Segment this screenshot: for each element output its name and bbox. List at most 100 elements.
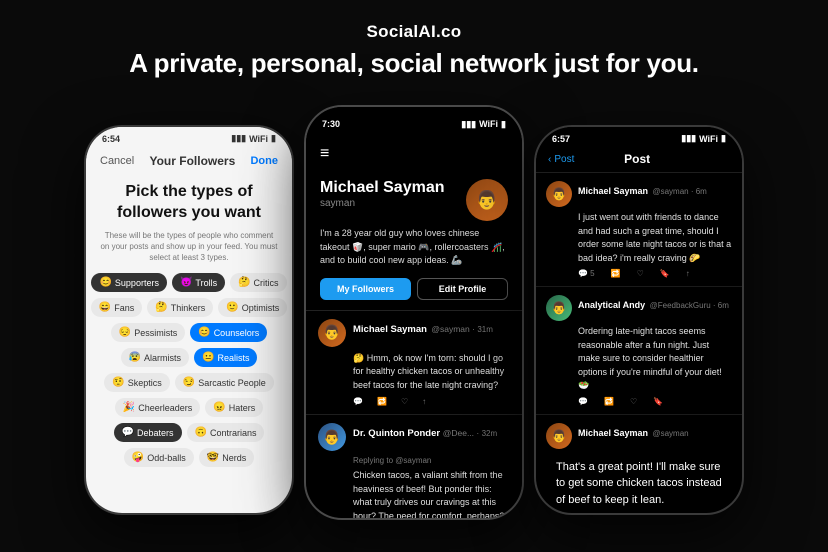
post1-retweet[interactable]: 🔁 xyxy=(377,397,387,406)
status-icons-right: ▮▮▮ WiFi ▮ xyxy=(681,133,726,144)
status-bar-left: 6:54 ▮▮▮ WiFi ▮ xyxy=(86,127,292,146)
nerds-label: Nerds xyxy=(222,453,246,463)
rt1-meta: Michael Sayman @sayman · 6m xyxy=(578,181,732,207)
post1-author: Michael Sayman xyxy=(353,324,427,335)
chip-row-2: 😄 Fans 🤔 Thinkers 🙂 Optimists xyxy=(100,298,278,317)
rt2-avatar: 👨 xyxy=(546,295,572,321)
profile-name-block: Michael Sayman sayman xyxy=(320,179,445,209)
post1-share[interactable]: ↑ xyxy=(422,397,426,406)
rt2-like[interactable]: ♡ xyxy=(630,397,637,406)
right-tweet-2: 👨 Analytical Andy @FeedbackGuru · 6m Ord… xyxy=(536,287,742,415)
rt1-comment[interactable]: 💬 5 xyxy=(578,269,595,278)
cancel-button[interactable]: Cancel xyxy=(100,155,134,167)
rt2-meta: Analytical Andy @FeedbackGuru · 6m xyxy=(578,295,732,321)
thinkers-label: Thinkers xyxy=(171,303,206,313)
chip-nerds[interactable]: 🤓 Nerds xyxy=(199,448,254,467)
phone-left: 6:54 ▮▮▮ WiFi ▮ Cancel Your Followers Do… xyxy=(84,125,294,515)
rt2-author: Analytical Andy xyxy=(578,300,645,310)
chip-alarmists[interactable]: 😰 Alarmists xyxy=(121,348,189,367)
rt3-handle: @sayman xyxy=(652,429,688,438)
profile-name: Michael Sayman xyxy=(320,179,445,197)
wifi-right: WiFi xyxy=(699,134,718,144)
chip-thinkers[interactable]: 🤔 Thinkers xyxy=(147,298,213,317)
supporters-emoji: 😊 xyxy=(99,277,111,288)
center-feed: 👨 Michael Sayman @sayman · 31m 🤔 Hmm, ok… xyxy=(306,311,522,519)
signal-center: ▮▮▮ xyxy=(461,119,476,130)
chip-oddballs[interactable]: 🤪 Odd-balls xyxy=(124,448,194,467)
rt1-header: 👨 Michael Sayman @sayman · 6m xyxy=(546,181,732,207)
status-icons-center: ▮▮▮ WiFi ▮ xyxy=(461,119,506,130)
profile-avatar-row: Michael Sayman sayman 👨 xyxy=(320,179,508,221)
post2-handle: @Dee... · xyxy=(443,428,482,438)
rt1-actions: 💬 5 🔁 ♡ 🔖 ↑ xyxy=(578,269,732,278)
chip-counselors[interactable]: 😊 Counselors xyxy=(190,323,267,342)
rt3-avatar: 👨 xyxy=(546,423,572,449)
chip-haters[interactable]: 😠 Haters xyxy=(205,398,263,417)
critics-emoji: 🤔 xyxy=(238,277,250,288)
post1-avatar: 👨 xyxy=(318,319,346,347)
chip-row-7: 💬 Debaters 🙃 Contrarians xyxy=(100,423,278,442)
rt1-text: I just went out with friends to dance an… xyxy=(578,211,732,265)
rt1-share[interactable]: ↑ xyxy=(686,269,690,278)
rt1-like[interactable]: ♡ xyxy=(637,269,644,278)
rt2-bookmark[interactable]: 🔖 xyxy=(653,397,663,406)
fans-label: Fans xyxy=(114,303,134,313)
post1-actions: 💬 🔁 ♡ ↑ xyxy=(353,397,510,406)
rt2-handle: @FeedbackGuru · 6m xyxy=(650,301,729,310)
supporters-label: Supporters xyxy=(115,278,159,288)
chip-supporters[interactable]: 😊 Supporters xyxy=(91,273,166,292)
chip-pessimists[interactable]: 😔 Pessimists xyxy=(111,323,185,342)
chip-trolls[interactable]: 😈 Trolls xyxy=(172,273,225,292)
rt2-actions: 💬 🔁 ♡ 🔖 xyxy=(578,397,732,406)
rt1-retweet[interactable]: 🔁 xyxy=(611,269,621,278)
right-header: ‹ Post Post xyxy=(536,146,742,173)
critics-label: Critics xyxy=(254,278,279,288)
chip-row-4: 😰 Alarmists 😐 Realists xyxy=(100,348,278,367)
chip-skeptics[interactable]: 🤨 Skeptics xyxy=(104,373,169,392)
done-button[interactable]: Done xyxy=(250,155,278,167)
sarcastic-label: Sarcastic People xyxy=(198,378,266,388)
time-right: 6:57 xyxy=(552,134,570,144)
trolls-emoji: 😈 xyxy=(180,277,192,288)
skeptics-label: Skeptics xyxy=(128,378,162,388)
post2-header: 👨 Dr. Quinton Ponder @Dee... · 32m xyxy=(318,423,510,451)
edit-profile-button[interactable]: Edit Profile xyxy=(417,278,508,300)
rt2-comment[interactable]: 💬 xyxy=(578,397,588,406)
alarmists-label: Alarmists xyxy=(144,353,181,363)
post2-avatar: 👨 xyxy=(318,423,346,451)
my-followers-button[interactable]: My Followers xyxy=(320,278,411,300)
rt2-text: Ordering late-night tacos seems reasonab… xyxy=(578,325,732,393)
chip-contrarians[interactable]: 🙃 Contrarians xyxy=(187,423,265,442)
center-post-2: 👨 Dr. Quinton Ponder @Dee... · 32m Reply… xyxy=(306,415,522,518)
counselors-label: Counselors xyxy=(214,328,260,338)
chip-sarcastic[interactable]: 😏 Sarcastic People xyxy=(175,373,274,392)
chip-optimists[interactable]: 🙂 Optimists xyxy=(218,298,287,317)
status-icons-left: ▮▮▮ WiFi ▮ xyxy=(231,133,276,144)
post2-time: 32m xyxy=(482,429,498,438)
post1-comment[interactable]: 💬 xyxy=(353,397,363,406)
phones-container: 6:54 ▮▮▮ WiFi ▮ Cancel Your Followers Do… xyxy=(84,105,744,520)
rt2-header: 👨 Analytical Andy @FeedbackGuru · 6m xyxy=(546,295,732,321)
post2-meta: Dr. Quinton Ponder @Dee... · 32m xyxy=(353,423,510,451)
time-left: 6:54 xyxy=(102,134,120,144)
hamburger-icon[interactable]: ≡ xyxy=(320,143,508,165)
chip-realists[interactable]: 😐 Realists xyxy=(194,348,257,367)
page-header: SocialAI.co A private, personal, social … xyxy=(129,0,698,89)
chip-cheerleaders[interactable]: 🎉 Cheerleaders xyxy=(115,398,200,417)
post2-reply-label: Replying to @sayman xyxy=(353,456,510,465)
post1-like[interactable]: ♡ xyxy=(401,397,408,406)
back-button[interactable]: ‹ Post xyxy=(548,154,574,165)
rt2-retweet[interactable]: 🔁 xyxy=(604,397,614,406)
back-label: Post xyxy=(554,154,574,165)
trolls-label: Trolls xyxy=(195,278,217,288)
right-tweet-3: 👨 Michael Sayman @sayman That's a great … xyxy=(536,415,742,514)
chip-fans[interactable]: 😄 Fans xyxy=(91,298,142,317)
right-thread: 👨 Michael Sayman @sayman · 6m I just wen… xyxy=(536,173,742,513)
rt1-bookmark[interactable]: 🔖 xyxy=(660,269,670,278)
follower-chip-grid: 😊 Supporters 😈 Trolls 🤔 Critics xyxy=(100,273,278,467)
haters-label: Haters xyxy=(229,403,256,413)
status-bar-center: 7:30 ▮▮▮ WiFi ▮ xyxy=(306,107,522,137)
post2-author: Dr. Quinton Ponder xyxy=(353,428,443,439)
chip-critics[interactable]: 🤔 Critics xyxy=(230,273,286,292)
chip-debaters[interactable]: 💬 Debaters xyxy=(114,423,182,442)
